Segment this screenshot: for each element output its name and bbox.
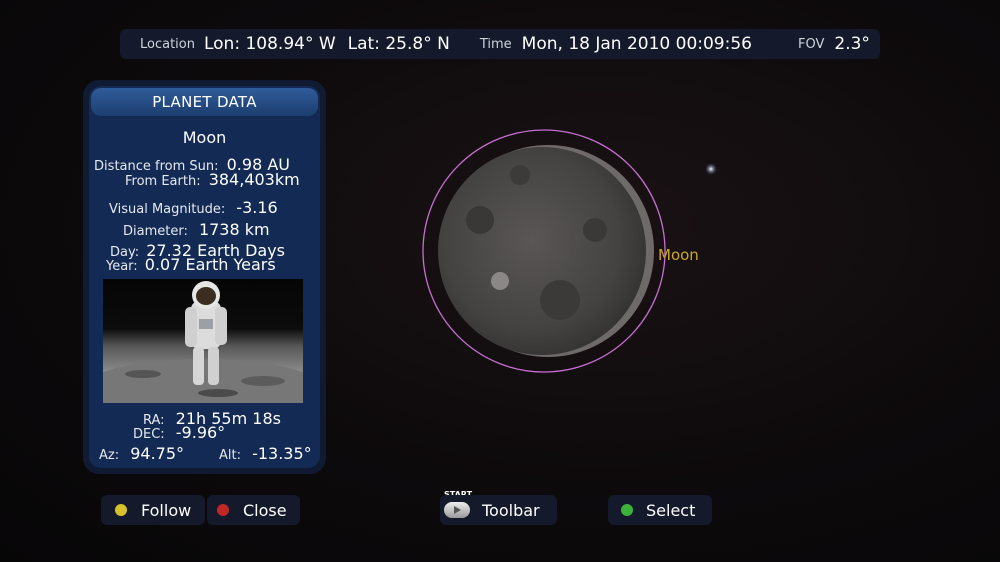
toolbar-button[interactable]: Toolbar (440, 495, 557, 525)
close-label: Close (243, 500, 287, 520)
b-button-icon (217, 504, 229, 516)
moon-crater (466, 206, 494, 234)
follow-button[interactable]: Follow (101, 495, 205, 525)
moon-crater (583, 218, 607, 242)
select-button[interactable]: Select (608, 495, 712, 525)
y-button-icon (115, 504, 127, 516)
toolbar-label: Toolbar (482, 500, 540, 520)
moon-label: Moon (658, 246, 699, 264)
a-button-icon (621, 504, 633, 516)
cursor-dot[interactable] (491, 272, 509, 290)
moon-disc[interactable] (438, 147, 646, 355)
star[interactable] (705, 163, 717, 175)
select-label: Select (646, 500, 696, 520)
sky-view[interactable] (0, 0, 1000, 562)
moon-crater (540, 280, 580, 320)
close-button[interactable]: Close (207, 495, 300, 525)
follow-label: Follow (141, 500, 192, 520)
start-button-icon (444, 502, 470, 518)
moon-crater (510, 165, 530, 185)
